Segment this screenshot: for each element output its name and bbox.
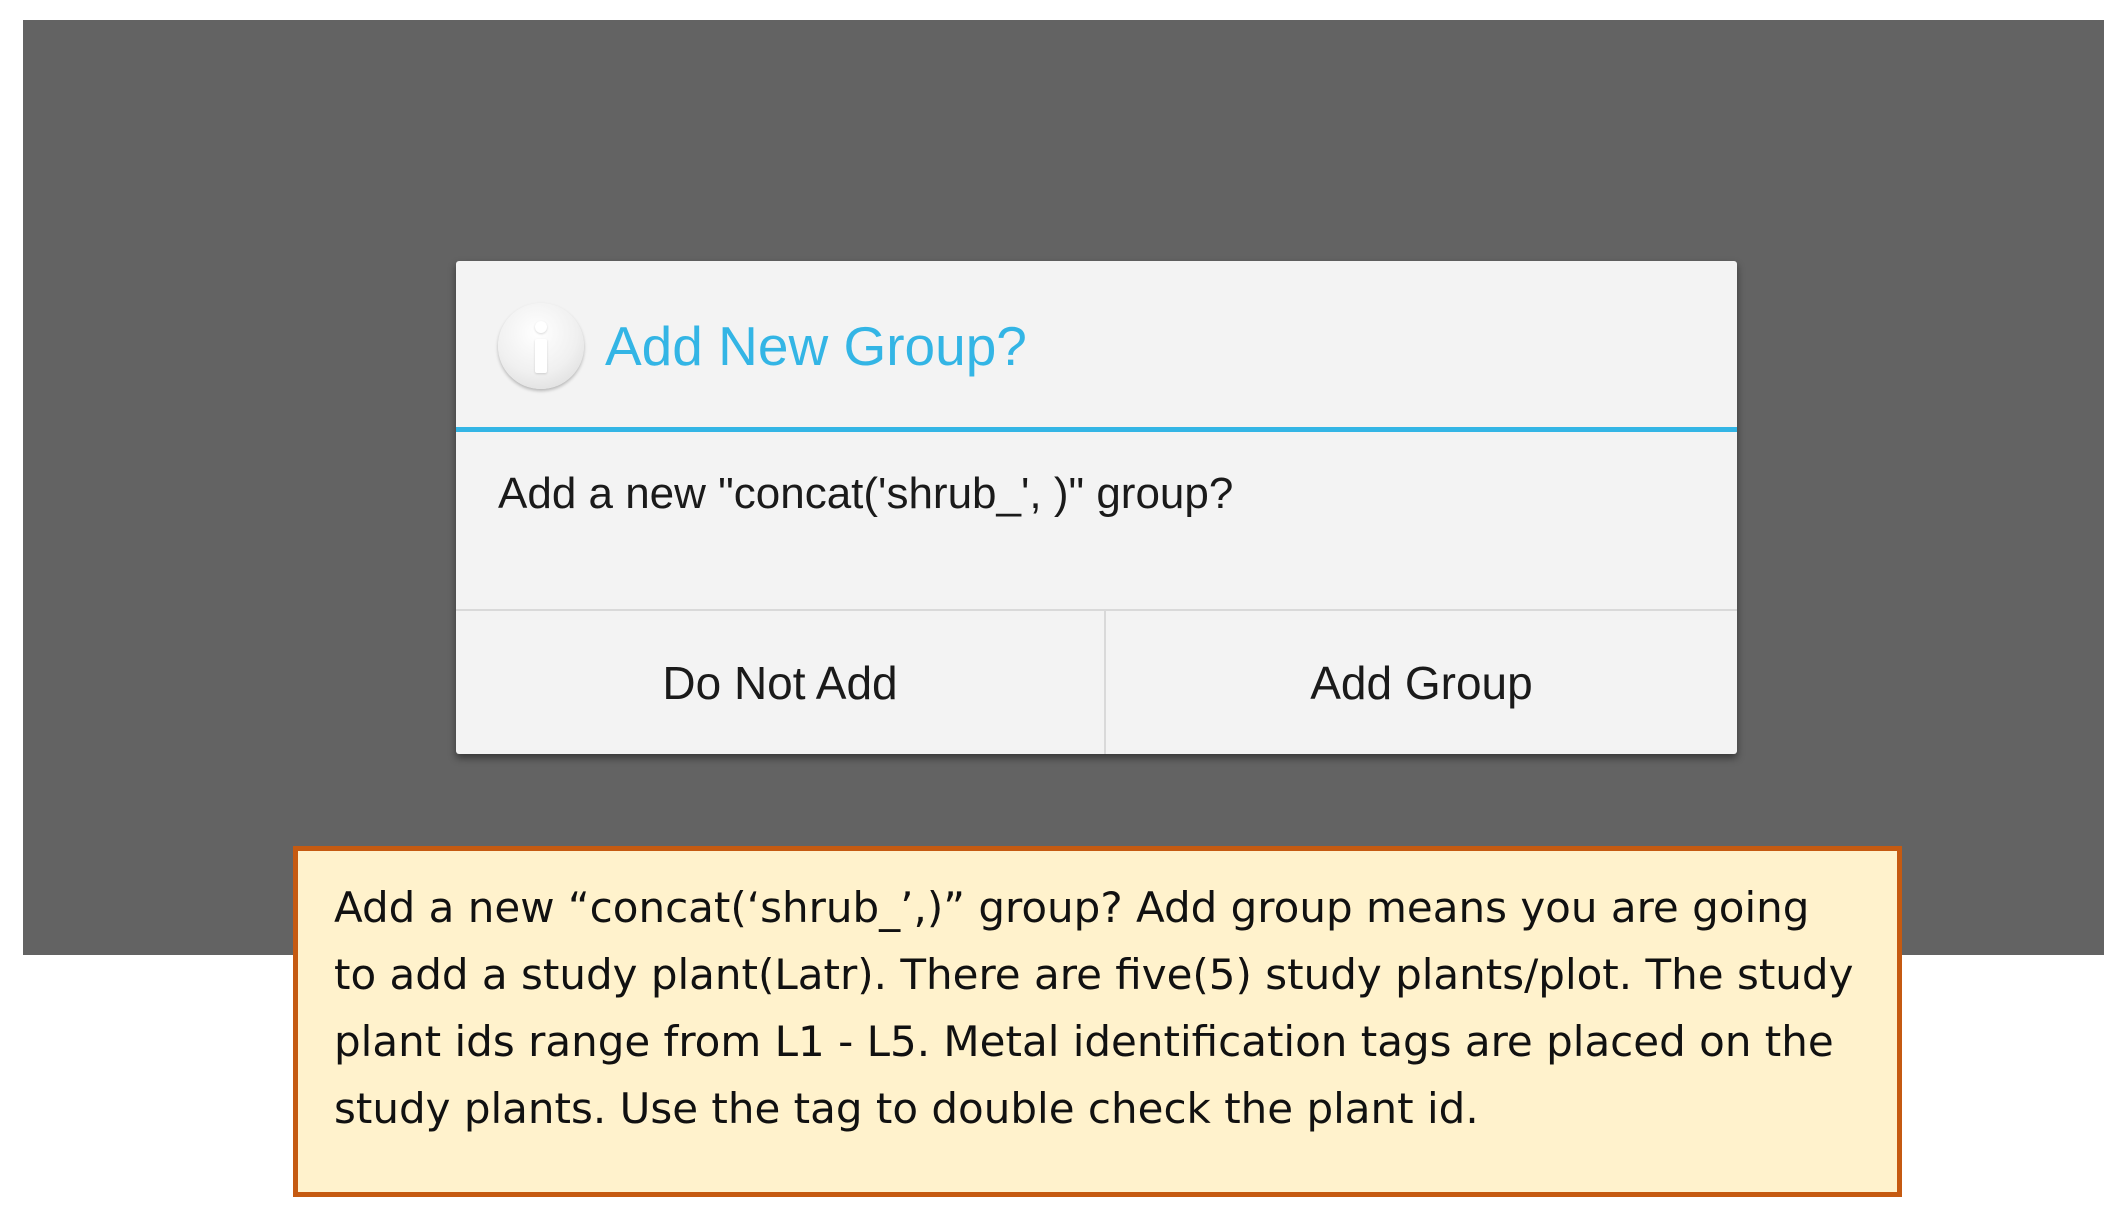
info-icon-stem [535,339,547,373]
info-icon-dot [535,321,547,333]
do-not-add-button[interactable]: Do Not Add [456,611,1106,754]
instruction-line-2: to add a study plant(Latr). There are fi… [334,950,1854,999]
dialog-header: Add New Group? [456,261,1737,432]
instruction-line-3: plant ids range from L1 - L5. Metal iden… [334,1017,1834,1066]
screen-dimmed-background: Add New Group? Add a new "concat('shrub_… [23,20,2104,955]
instruction-text: Add a new “concat(‘shrub_’,)” group? Add… [334,874,1874,1142]
info-icon [498,303,584,389]
instruction-line-1: Add a new “concat(‘shrub_’,)” group? Add… [334,883,1810,932]
dialog-message: Add a new "concat('shrub_', )" group? [498,469,1234,518]
instruction-callout: Add a new “concat(‘shrub_’,)” group? Add… [293,846,1902,1197]
dialog-button-bar: Do Not Add Add Group [456,609,1737,754]
instruction-line-4: study plants. Use the tag to double chec… [334,1084,1479,1133]
add-group-dialog: Add New Group? Add a new "concat('shrub_… [456,261,1737,754]
dialog-title: Add New Group? [605,315,1027,377]
add-group-button[interactable]: Add Group [1106,611,1737,754]
